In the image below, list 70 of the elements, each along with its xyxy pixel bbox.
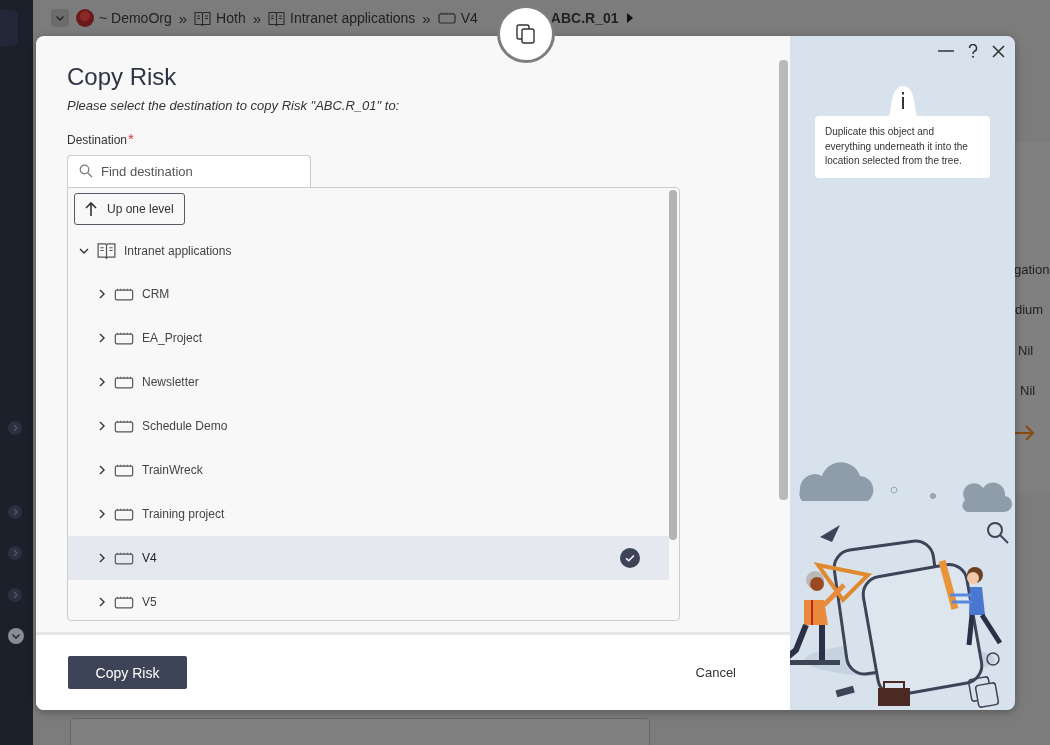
tree-item-label: CRM — [142, 287, 170, 301]
tree-item[interactable]: Intranet applications — [124, 243, 232, 258]
chevron-down-icon[interactable] — [79, 246, 89, 255]
search-icon — [79, 164, 93, 178]
dialog-subtitle: Please select the destination to copy Risk "ABC.R_01" to: — [67, 98, 401, 113]
arrow-right-icon[interactable] — [1013, 425, 1035, 441]
tree-item-label: V5 — [142, 595, 157, 609]
tree-row[interactable]: TrainWreck — [68, 448, 669, 492]
triangle-right-icon[interactable] — [625, 13, 634, 23]
breadcrumb-separator: » — [178, 9, 188, 27]
folder-icon — [114, 551, 134, 565]
chevron-right-icon[interactable] — [98, 289, 106, 299]
table-cell: Nil — [1018, 343, 1034, 358]
folder-icon — [114, 375, 134, 389]
dialog-title: Copy Risk — [67, 62, 178, 92]
breadcrumb-link[interactable]: Intranet applications — [290, 10, 416, 26]
tree-row[interactable]: V5 — [68, 580, 669, 620]
folder-icon — [114, 463, 134, 477]
cancel-button[interactable]: Cancel — [689, 664, 742, 681]
tree-row[interactable]: Newsletter — [68, 360, 669, 404]
help-icon[interactable] — [968, 44, 978, 58]
tree-row[interactable]: CRM — [68, 272, 669, 316]
tree-item-label: Newsletter — [142, 375, 199, 389]
org-avatar-icon — [76, 9, 94, 27]
folder-icon — [114, 331, 134, 345]
breadcrumb-link[interactable]: ABC.R_01 — [550, 10, 619, 26]
check-circle-icon — [620, 548, 640, 568]
field-label: Destination — [67, 133, 128, 147]
breadcrumb-separator: » — [422, 9, 431, 27]
close-icon[interactable] — [992, 44, 1005, 58]
book-icon — [194, 10, 212, 26]
breadcrumb-link[interactable]: Hoth — [216, 10, 246, 26]
folder-icon — [437, 12, 456, 24]
arrow-up-icon — [85, 201, 97, 217]
tree-row[interactable]: V4 — [68, 536, 669, 580]
folder-icon — [114, 595, 134, 609]
scrollbar[interactable] — [669, 190, 677, 540]
chevron-right-icon[interactable] — [98, 597, 106, 607]
up-one-level-button[interactable]: Up one level — [74, 193, 185, 225]
tree-item-label: V4 — [142, 551, 157, 565]
book-icon — [268, 10, 285, 26]
chevron-right-icon[interactable] — [98, 333, 106, 343]
table-cell: dium — [1015, 302, 1044, 317]
chevron-right-icon[interactable] — [98, 421, 106, 431]
tree-item-label: Training project — [142, 507, 225, 521]
tree-row[interactable]: EA_Project — [68, 316, 669, 360]
tree-item-label: TrainWreck — [142, 463, 203, 477]
breadcrumb-link[interactable]: ~ DemoOrg — [99, 10, 172, 26]
table-cell: Nil — [1020, 383, 1036, 398]
folder-icon — [114, 287, 134, 301]
folder-icon — [114, 419, 134, 433]
scrollbar[interactable] — [779, 60, 788, 500]
chevron-right-icon[interactable] — [98, 377, 106, 387]
tree-item-label: EA_Project — [142, 331, 203, 345]
chevron-right-icon[interactable] — [98, 465, 106, 475]
chevron-right-icon[interactable] — [98, 509, 106, 519]
required-mark: * — [128, 133, 134, 145]
info-icon — [886, 86, 919, 118]
breadcrumb-link[interactable]: V4 — [460, 10, 478, 26]
folder-icon — [114, 507, 134, 521]
tree-item-label: Schedule Demo — [142, 419, 228, 433]
search-field[interactable]: Find destination — [67, 155, 311, 187]
tree-row[interactable]: Schedule Demo — [68, 404, 669, 448]
tree-row[interactable]: Training project — [68, 492, 669, 536]
breadcrumb-separator: » — [252, 9, 261, 27]
book-icon — [97, 242, 116, 259]
copy-risk-button[interactable]: Copy Risk — [68, 656, 187, 689]
table-cell: gation — [1014, 262, 1050, 277]
chevron-right-icon[interactable] — [98, 553, 106, 563]
chevron-down-icon[interactable] — [8, 628, 24, 644]
